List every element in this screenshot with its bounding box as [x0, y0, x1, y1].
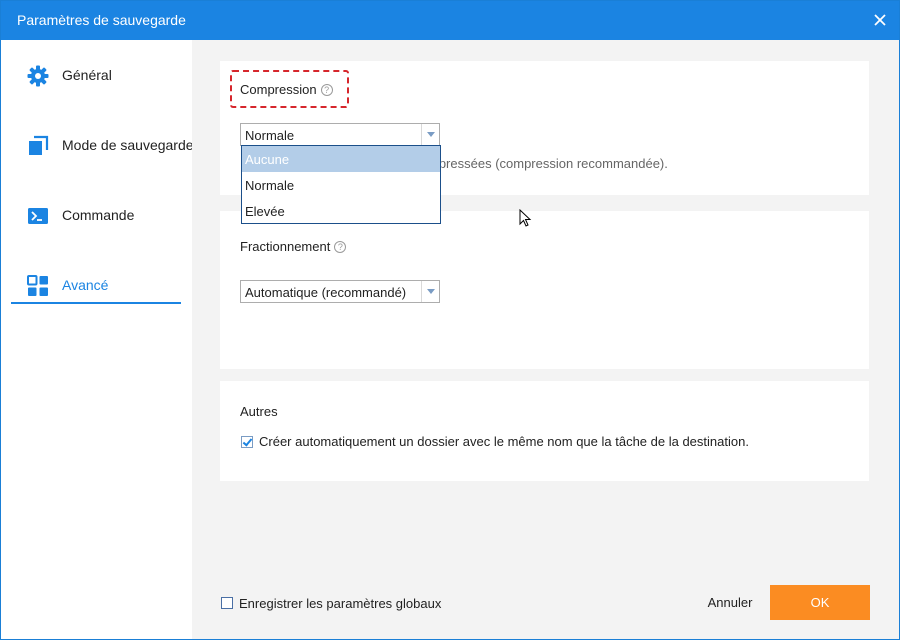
chevron-down-icon [427, 132, 435, 137]
splitting-title: Fractionnement? [240, 239, 347, 254]
compression-select-value: Normale [245, 128, 295, 143]
terminal-icon [28, 208, 48, 224]
dropdown-button[interactable] [421, 124, 439, 145]
sidebar-item-general[interactable]: Général [11, 58, 181, 94]
dropdown-option-normal[interactable]: Normale [242, 172, 440, 198]
dropdown-button[interactable] [421, 281, 439, 302]
window-title: Paramètres de sauvegarde [17, 12, 186, 28]
mouse-cursor-icon [519, 209, 532, 227]
others-title: Autres [240, 404, 278, 419]
save-global-checkbox[interactable] [221, 597, 233, 609]
sidebar-item-label: Commande [62, 207, 135, 223]
compression-description: mpressées (compression recommandée). [428, 156, 668, 171]
sidebar-item-label: Avancé [62, 277, 109, 293]
close-icon[interactable] [871, 11, 889, 29]
help-icon[interactable]: ? [320, 84, 333, 96]
save-global-label: Enregistrer les paramètres globaux [239, 596, 442, 611]
others-panel: Autres Créer automatiquement un dossier … [220, 381, 869, 481]
copy-icon [29, 135, 49, 155]
sidebar-item-label: Général [62, 67, 112, 83]
sidebar-item-advanced[interactable]: Avancé [11, 268, 181, 304]
settings-content: Compression? Normale mpressées (compress… [192, 40, 899, 639]
chevron-down-icon [427, 289, 435, 294]
settings-window: Paramètres de sauvegarde Général Mode de… [0, 0, 900, 640]
dropdown-option-none[interactable]: Aucune [242, 146, 440, 172]
sidebar-item-backup-mode[interactable]: Mode de sauvegarde [11, 128, 194, 164]
sidebar: Général Mode de sauvegarde Commande Avan… [1, 40, 194, 639]
title-bar: Paramètres de sauvegarde [1, 1, 899, 40]
compression-select[interactable]: Normale [240, 123, 440, 146]
dropdown-option-high[interactable]: Elevée [242, 198, 440, 224]
grid-icon [27, 275, 48, 296]
cancel-button[interactable]: Annuler [701, 586, 759, 620]
compression-title: Compression? [240, 82, 333, 97]
sidebar-item-command[interactable]: Commande [11, 198, 181, 234]
help-icon[interactable]: ? [334, 241, 347, 253]
splitting-select[interactable]: Automatique (recommandé) [240, 280, 440, 303]
ok-button[interactable]: OK [770, 585, 870, 620]
sidebar-item-label: Mode de sauvegarde [62, 137, 194, 153]
auto-folder-checkbox[interactable] [241, 436, 253, 448]
gear-icon [27, 65, 49, 87]
auto-folder-label: Créer automatiquement un dossier avec le… [259, 434, 749, 449]
splitting-panel: Fractionnement? Automatique (recommandé) [220, 211, 869, 369]
splitting-select-value: Automatique (recommandé) [245, 285, 407, 300]
compression-dropdown-list: Aucune Normale Elevée [241, 145, 441, 224]
